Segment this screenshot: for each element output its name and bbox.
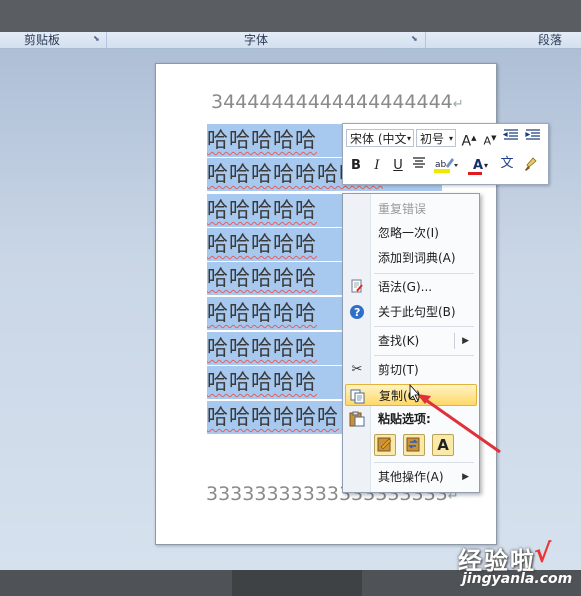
menu-item-label: 添加到词典(A) bbox=[378, 251, 456, 265]
clipboard-group-label: 剪贴板 bbox=[24, 33, 61, 47]
top-line-text: 34444444444444444444 bbox=[211, 91, 453, 113]
paste-keep-formatting-icon bbox=[377, 437, 392, 452]
menu-item-ignore-once[interactable]: 忽略一次(I) bbox=[345, 222, 477, 244]
menu-item-cut[interactable]: ✂ 剪切(T) bbox=[345, 359, 477, 381]
paragraph-mark: ↵ bbox=[452, 97, 464, 112]
menu-item-about-sentence[interactable]: ? 关于此句型(B) bbox=[345, 301, 477, 323]
shrink-font-button[interactable]: A▼ bbox=[480, 128, 500, 148]
menu-item-paste-options: 粘贴选项: bbox=[345, 408, 477, 430]
menu-item-label: 复制(C) bbox=[379, 389, 421, 403]
grow-font-icon: A bbox=[461, 133, 472, 150]
selected-text-row[interactable]: 哈哈哈哈哈 bbox=[207, 297, 342, 330]
paste-merge-formatting-button[interactable] bbox=[403, 434, 425, 456]
ribbon-group-font: 字体 ⬊ bbox=[107, 32, 426, 48]
menu-separator bbox=[374, 462, 474, 463]
font-size-combo[interactable]: 初号 ▾ bbox=[416, 129, 456, 147]
watermark: 经验啦 √ jingyanla.com bbox=[434, 537, 574, 592]
font-color-button[interactable]: A ▾ bbox=[465, 156, 491, 176]
paste-keep-source-formatting-button[interactable] bbox=[374, 434, 396, 456]
menu-separator bbox=[374, 273, 474, 274]
split-separator bbox=[454, 333, 455, 349]
clipboard-launcher-icon[interactable]: ⬊ bbox=[93, 35, 101, 43]
grammar-icon bbox=[349, 279, 365, 295]
bold-button[interactable]: B bbox=[346, 156, 366, 176]
menu-item-label: 剪切(T) bbox=[378, 363, 419, 377]
svg-text:ab: ab bbox=[435, 160, 447, 170]
window-title-bar bbox=[0, 0, 581, 32]
font-name-value: 宋体 (中文 bbox=[350, 132, 407, 146]
decrease-indent-icon bbox=[502, 129, 518, 140]
ribbon-group-clipboard: 剪贴板 ⬊ bbox=[0, 32, 107, 48]
menu-item-copy[interactable]: 复制(C) bbox=[345, 384, 477, 406]
align-center-icon bbox=[413, 157, 425, 168]
font-color-icon: A bbox=[472, 158, 484, 173]
menu-item-label: 重复错误 bbox=[378, 202, 427, 216]
mini-toolbar: 宋体 (中文 ▾ 初号 ▾ A▲ A▼ B I U ab A ▾ 文 bbox=[342, 123, 549, 185]
font-launcher-icon[interactable]: ⬊ bbox=[411, 35, 419, 43]
paragraph-group-label: 段落 bbox=[538, 33, 563, 47]
font-color-swatch bbox=[468, 172, 482, 175]
chevron-down-icon: ▾ bbox=[406, 134, 411, 143]
selected-text-row[interactable]: 哈哈哈哈哈 bbox=[207, 194, 342, 227]
italic-button[interactable]: I bbox=[367, 156, 387, 176]
center-align-button[interactable] bbox=[409, 156, 429, 176]
menu-item-repeat-error: 重复错误 bbox=[345, 198, 477, 220]
paste-icon bbox=[349, 411, 365, 427]
selected-text-row[interactable]: 哈哈哈哈哈 bbox=[207, 262, 342, 295]
document-line-top[interactable]: 34444444444444444444↵ bbox=[211, 91, 464, 113]
selected-text-row[interactable]: 哈哈哈哈哈 bbox=[207, 124, 342, 157]
menu-item-add-to-dictionary[interactable]: 添加到词典(A) bbox=[345, 247, 477, 269]
menu-item-label: 忽略一次(I) bbox=[378, 226, 439, 240]
help-icon: ? bbox=[349, 304, 365, 320]
chevron-right-icon[interactable]: ▶ bbox=[462, 330, 469, 352]
ribbon-group-labels: 剪贴板 ⬊ 字体 ⬊ 段落 bbox=[0, 32, 581, 49]
menu-item-grammar[interactable]: 语法(G)... bbox=[345, 276, 477, 298]
chevron-down-icon: ▾ bbox=[484, 161, 489, 170]
highlighter-icon: ab bbox=[434, 158, 458, 173]
font-group-label: 字体 bbox=[244, 33, 269, 47]
menu-separator bbox=[374, 355, 474, 356]
scissors-icon: ✂ bbox=[351, 362, 363, 377]
menu-item-label: 关于此句型(B) bbox=[378, 305, 456, 319]
font-name-combo[interactable]: 宋体 (中文 ▾ bbox=[346, 129, 414, 147]
chevron-down-icon: ▾ bbox=[448, 134, 453, 143]
copy-icon bbox=[350, 388, 366, 404]
grow-font-button[interactable]: A▲ bbox=[459, 128, 479, 150]
font-size-value: 初号 bbox=[420, 132, 445, 146]
menu-item-label: 语法(G)... bbox=[378, 280, 433, 294]
watermark-url: jingyanla.com bbox=[462, 571, 573, 587]
menu-item-label: 查找(K) bbox=[378, 334, 420, 348]
selected-text-row[interactable]: 哈哈哈哈哈 bbox=[207, 366, 342, 399]
phonetic-guide-icon: 文 bbox=[500, 156, 514, 171]
selected-text-row[interactable]: 哈哈哈哈哈 bbox=[207, 228, 342, 261]
menu-item-label: 其他操作(A) bbox=[378, 470, 444, 484]
svg-text:?: ? bbox=[354, 306, 360, 319]
chevron-right-icon: ▶ bbox=[462, 472, 469, 482]
format-painter-button[interactable] bbox=[521, 156, 541, 176]
increase-indent-button[interactable] bbox=[523, 128, 543, 148]
menu-item-more-actions[interactable]: 其他操作(A) ▶ bbox=[345, 466, 477, 488]
increase-indent-icon bbox=[525, 129, 540, 140]
selected-text-row[interactable]: 哈哈哈哈哈 bbox=[207, 332, 342, 365]
format-painter-icon bbox=[525, 157, 537, 171]
context-menu: 重复错误 忽略一次(I) 添加到词典(A) 语法(G)... ? 关于此句型(B… bbox=[342, 193, 480, 493]
checkmark-icon: √ bbox=[534, 539, 552, 569]
menu-item-label: 粘贴选项: bbox=[378, 412, 431, 426]
highlight-color-button[interactable]: ab bbox=[431, 156, 459, 176]
phonetic-guide-button[interactable]: 文 bbox=[497, 154, 517, 174]
status-bar-tab bbox=[232, 570, 362, 596]
selected-text-row[interactable]: 哈哈哈哈哈哈 bbox=[207, 401, 342, 434]
paste-merge-formatting-icon bbox=[406, 437, 420, 452]
text-only-icon: A bbox=[437, 436, 449, 454]
shrink-font-icon: A bbox=[483, 134, 492, 148]
underline-button[interactable]: U bbox=[388, 156, 408, 176]
decrease-indent-button[interactable] bbox=[501, 128, 521, 148]
ribbon-group-paragraph: 段落 bbox=[426, 32, 581, 48]
menu-item-find[interactable]: 查找(K) ▶ bbox=[345, 330, 477, 352]
menu-separator bbox=[374, 326, 474, 327]
paste-text-only-button[interactable]: A bbox=[432, 434, 454, 456]
